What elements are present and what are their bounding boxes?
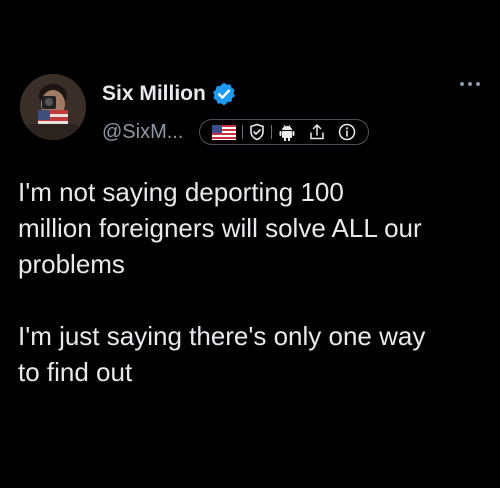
tweet-paragraph: I'm not saying deporting 100 million for…: [18, 177, 422, 279]
more-dots-icon[interactable]: [460, 82, 480, 86]
info-icon[interactable]: [332, 120, 362, 144]
display-name[interactable]: Six Million: [102, 79, 206, 109]
verified-badge-icon: [211, 81, 237, 107]
handle-row: @SixM...: [102, 117, 370, 147]
tweet-paragraph: I'm just saying there's only one way to …: [18, 321, 426, 387]
more-dot: [460, 82, 464, 86]
avatar-image: [20, 74, 86, 140]
tweet-text: I'm not saying deporting 100 million for…: [18, 174, 488, 390]
share-icon[interactable]: [302, 120, 332, 144]
avatar[interactable]: [20, 74, 86, 140]
author-info: Six Million @SixM...: [102, 79, 370, 147]
name-row: Six Million: [102, 79, 369, 109]
badge-bar: [199, 119, 370, 145]
android-icon[interactable]: [272, 120, 302, 144]
shield-check-icon[interactable]: [243, 120, 271, 144]
more-dot: [476, 82, 480, 86]
more-dot: [468, 82, 472, 86]
handle[interactable]: @SixM...: [102, 117, 183, 147]
us-flag-icon[interactable]: [206, 120, 242, 144]
